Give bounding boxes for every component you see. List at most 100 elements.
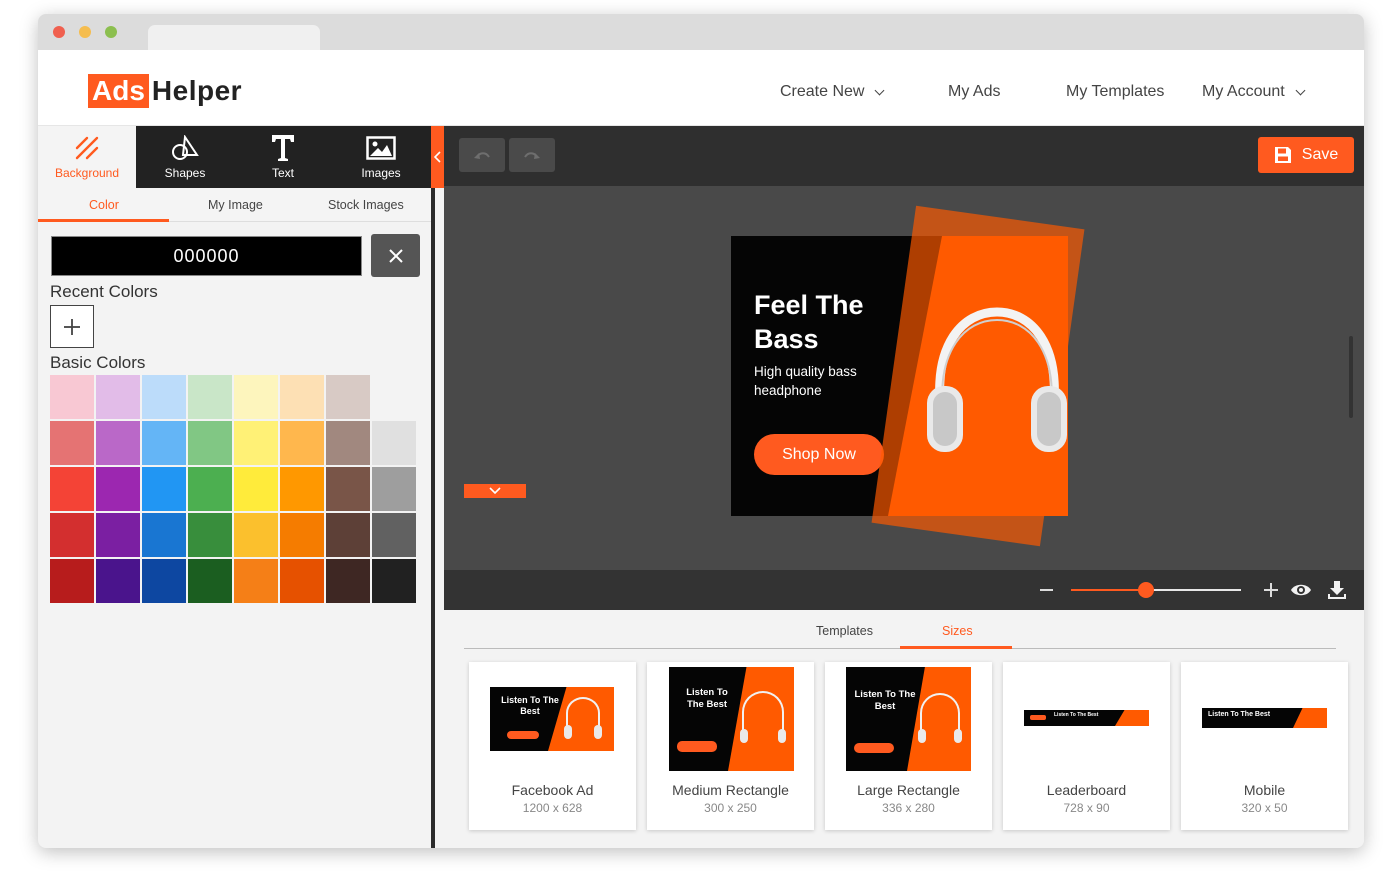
color-swatch[interactable] [372, 513, 416, 557]
zoom-slider[interactable] [1071, 582, 1241, 598]
color-swatch[interactable] [96, 467, 140, 511]
color-swatch[interactable] [188, 513, 232, 557]
add-recent-color-button[interactable] [50, 305, 94, 348]
zoom-slider-handle[interactable] [1137, 582, 1154, 598]
color-swatch[interactable] [326, 467, 370, 511]
color-swatch[interactable] [234, 513, 278, 557]
color-swatch[interactable] [326, 559, 370, 603]
size-thumbnail: Listen To The Best [846, 667, 971, 771]
color-swatch[interactable] [280, 559, 324, 603]
basic-colors-label: Basic Colors [50, 353, 146, 372]
ad-headline[interactable]: Feel The Bass [754, 288, 864, 356]
minimize-window-dot[interactable] [79, 26, 91, 38]
download-icon[interactable] [1327, 580, 1347, 600]
close-window-dot[interactable] [53, 26, 65, 38]
color-swatch[interactable] [188, 467, 232, 511]
logo-helper-text: Helper [151, 75, 243, 106]
size-thumbnail: Listen To The Best [1202, 708, 1327, 728]
color-swatch[interactable] [326, 421, 370, 465]
subtab-stock-images[interactable]: Stock Images [328, 198, 404, 212]
headphones-icon[interactable] [921, 304, 1073, 462]
nav-my-ads[interactable]: My Ads [948, 83, 1000, 101]
color-swatch[interactable] [188, 375, 232, 419]
nav-my-account[interactable]: My Account [1202, 83, 1306, 101]
hex-color-input[interactable]: 000000 [51, 236, 362, 276]
color-swatch[interactable] [50, 513, 94, 557]
nav-my-templates-label: My Templates [1066, 83, 1165, 100]
color-swatch[interactable] [188, 559, 232, 603]
ad-shop-now-button[interactable]: Shop Now [754, 434, 884, 475]
chevron-down-icon [489, 487, 501, 495]
color-swatch[interactable] [142, 375, 186, 419]
size-card-dimensions: 300 x 250 [704, 801, 757, 815]
color-swatch[interactable] [326, 513, 370, 557]
color-swatch[interactable] [50, 559, 94, 603]
color-swatch[interactable] [234, 375, 278, 419]
zoom-in-button[interactable] [1264, 583, 1278, 597]
color-swatch[interactable] [142, 421, 186, 465]
canvas-scrollbar[interactable] [1349, 336, 1353, 418]
color-swatch[interactable] [280, 375, 324, 419]
size-card-leaderboard[interactable]: Listen To The Best Leaderboard 728 x 90 [1003, 662, 1170, 830]
color-swatch[interactable] [188, 421, 232, 465]
thumbnail-button [854, 743, 894, 753]
subtab-my-image[interactable]: My Image [208, 198, 263, 212]
color-swatch[interactable] [96, 421, 140, 465]
size-card-name: Medium Rectangle [672, 782, 789, 798]
nav-create-new[interactable]: Create New [780, 83, 885, 101]
recent-colors-label: Recent Colors [50, 282, 158, 301]
color-swatch[interactable] [280, 421, 324, 465]
app-logo[interactable]: Ads Helper [88, 74, 242, 108]
size-card-large-rectangle[interactable]: Listen To The Best Large Rectangle 336 x… [825, 662, 992, 830]
subtab-active-underline [38, 219, 169, 222]
color-swatch[interactable] [372, 421, 416, 465]
shapes-icon [170, 134, 200, 162]
color-swatch[interactable] [372, 559, 416, 603]
ad-subheadline[interactable]: High quality bass headphone [754, 362, 884, 400]
eye-preview-icon[interactable] [1290, 582, 1312, 598]
size-card-mobile[interactable]: Listen To The Best Mobile 320 x 50 [1181, 662, 1348, 830]
color-swatch[interactable] [142, 467, 186, 511]
size-card-facebook-ad[interactable]: Listen To The Best Facebook Ad 1200 x 62… [469, 662, 636, 830]
thumbnail-title: Listen To The Best [1054, 712, 1099, 718]
color-swatch[interactable] [50, 421, 94, 465]
undo-button[interactable] [459, 138, 505, 172]
tool-background[interactable]: Background [38, 126, 136, 188]
color-swatch[interactable] [280, 467, 324, 511]
color-swatch[interactable] [50, 375, 94, 419]
subtab-color[interactable]: Color [89, 198, 119, 212]
tool-images[interactable]: Images [332, 126, 430, 188]
color-swatch[interactable] [234, 559, 278, 603]
color-swatch[interactable] [280, 513, 324, 557]
design-stage[interactable]: Feel The Bass High quality bass headphon… [444, 186, 1364, 570]
color-swatch[interactable] [96, 375, 140, 419]
tool-text[interactable]: Text [234, 126, 332, 188]
color-swatch[interactable] [372, 467, 416, 511]
size-card-medium-rectangle[interactable]: Listen To The Best Medium Rectangle 300 … [647, 662, 814, 830]
color-swatch[interactable] [96, 513, 140, 557]
zoom-bar [444, 570, 1364, 610]
nav-my-templates[interactable]: My Templates [1066, 83, 1164, 101]
redo-button[interactable] [509, 138, 555, 172]
color-swatch[interactable] [50, 467, 94, 511]
zoom-out-button[interactable] [1040, 589, 1053, 591]
thumbnail-headphones-icon [918, 693, 962, 743]
browser-window: Ads Helper Create New My Ads My Template… [38, 14, 1364, 848]
color-swatch[interactable] [142, 513, 186, 557]
collapse-panel-toggle[interactable] [431, 126, 445, 188]
tool-shapes[interactable]: Shapes [136, 126, 234, 188]
color-swatch[interactable] [96, 559, 140, 603]
color-swatch[interactable] [234, 467, 278, 511]
tab-sizes[interactable]: Sizes [942, 624, 973, 638]
expand-bottom-panel-toggle[interactable] [464, 484, 526, 498]
size-card-name: Large Rectangle [857, 782, 960, 798]
background-stripes-icon [72, 134, 102, 162]
color-swatch[interactable] [142, 559, 186, 603]
color-swatch[interactable] [234, 421, 278, 465]
color-swatch[interactable] [326, 375, 370, 419]
clear-color-button[interactable] [371, 234, 420, 277]
save-button[interactable]: Save [1258, 137, 1354, 173]
maximize-window-dot[interactable] [105, 26, 117, 38]
browser-tab[interactable] [148, 25, 320, 50]
tab-templates[interactable]: Templates [816, 624, 873, 638]
